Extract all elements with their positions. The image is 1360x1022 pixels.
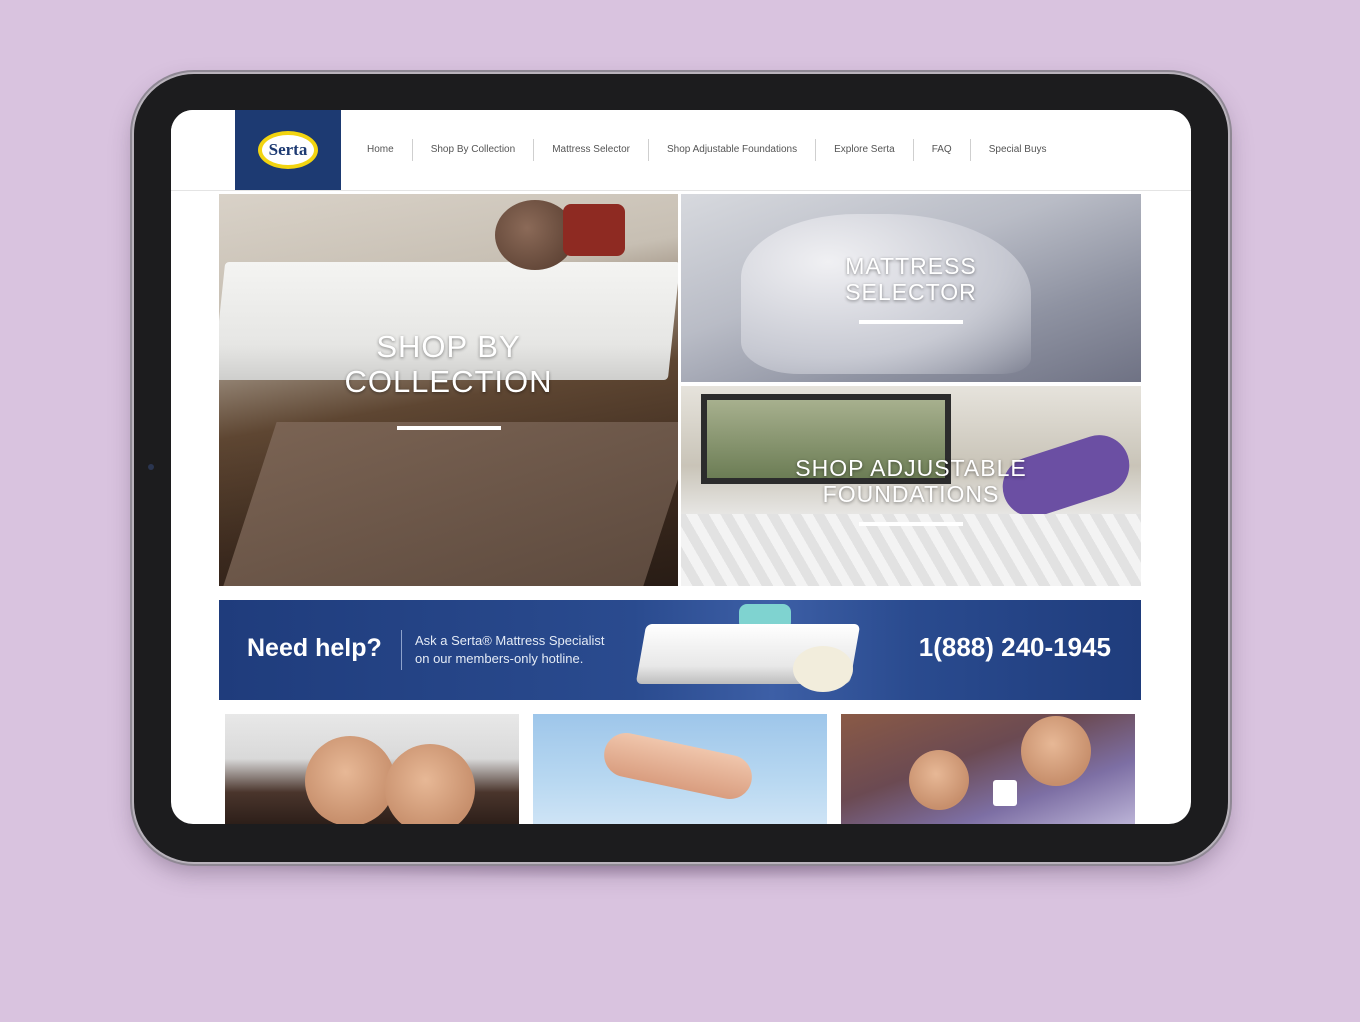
site-header: Serta Home Shop By Collection Mattress S… <box>171 110 1191 191</box>
bottom-tile-memory-foam[interactable] <box>533 714 827 824</box>
help-phone-number[interactable]: 1(888) 240-1945 <box>919 632 1111 663</box>
caption-line: COLLECTION <box>344 363 553 399</box>
face-photo <box>305 736 395 824</box>
help-title: Need help? <box>247 634 382 662</box>
nav-mattress-selector[interactable]: Mattress Selector <box>534 139 649 161</box>
tablet-top-button <box>276 70 318 73</box>
tile-caption-adjustable: SHOP ADJUSTABLE FOUNDATIONS <box>741 455 1081 508</box>
hand-photo <box>600 728 756 804</box>
nav-home[interactable]: Home <box>349 139 413 161</box>
rug-image <box>221 422 678 586</box>
tile-mattress-selector[interactable]: MATTRESS SELECTOR <box>681 194 1141 382</box>
help-subtitle: Ask a Serta® Mattress Specialist on our … <box>415 632 604 668</box>
caption-underline <box>859 522 963 526</box>
nav-special-buys[interactable]: Special Buys <box>971 139 1065 161</box>
caption-line: SELECTOR <box>845 278 977 305</box>
bottom-tile-morning[interactable] <box>841 714 1135 824</box>
help-subtitle-line: Ask a Serta® Mattress Specialist <box>415 633 605 648</box>
caption-line: SHOP BY <box>376 329 521 364</box>
main-nav: Home Shop By Collection Mattress Selecto… <box>349 136 1065 164</box>
help-subtitle-line: on our members-only hotline. <box>415 651 584 666</box>
tile-shop-by-collection[interactable]: SHOP BY COLLECTION <box>219 194 678 586</box>
tile-caption-selector: MATTRESS SELECTOR <box>811 253 1011 306</box>
red-pillow-image <box>563 204 625 256</box>
nav-shop-by-collection[interactable]: Shop By Collection <box>413 139 535 161</box>
tablet-camera <box>148 464 154 470</box>
serta-sheep-image <box>793 646 853 692</box>
help-divider <box>401 630 402 670</box>
tablet-top-button <box>222 70 264 73</box>
caption-line: FOUNDATIONS <box>822 480 1000 507</box>
tile-caption-collection: SHOP BY COLLECTION <box>219 329 678 399</box>
help-banner[interactable]: Need help? Ask a Serta® Mattress Special… <box>219 600 1141 700</box>
tablet-screen: Serta Home Shop By Collection Mattress S… <box>171 110 1191 824</box>
mug-photo <box>993 780 1017 806</box>
face-photo <box>1021 716 1091 786</box>
face-photo <box>385 744 475 824</box>
nav-explore-serta[interactable]: Explore Serta <box>816 139 914 161</box>
caption-underline <box>397 426 501 430</box>
caption-line: SHOP ADJUSTABLE <box>795 455 1027 481</box>
caption-underline <box>859 320 963 324</box>
nav-faq[interactable]: FAQ <box>914 139 971 161</box>
caption-line: MATTRESS <box>845 253 977 279</box>
tile-shop-adjustable-foundations[interactable]: SHOP ADJUSTABLE FOUNDATIONS <box>681 386 1141 586</box>
face-photo <box>909 750 969 810</box>
serta-logo[interactable]: Serta <box>235 110 341 190</box>
serta-logo-oval: Serta <box>258 131 318 169</box>
bottom-tile-couple[interactable] <box>225 714 519 824</box>
nav-shop-adjustable-foundations[interactable]: Shop Adjustable Foundations <box>649 139 817 161</box>
